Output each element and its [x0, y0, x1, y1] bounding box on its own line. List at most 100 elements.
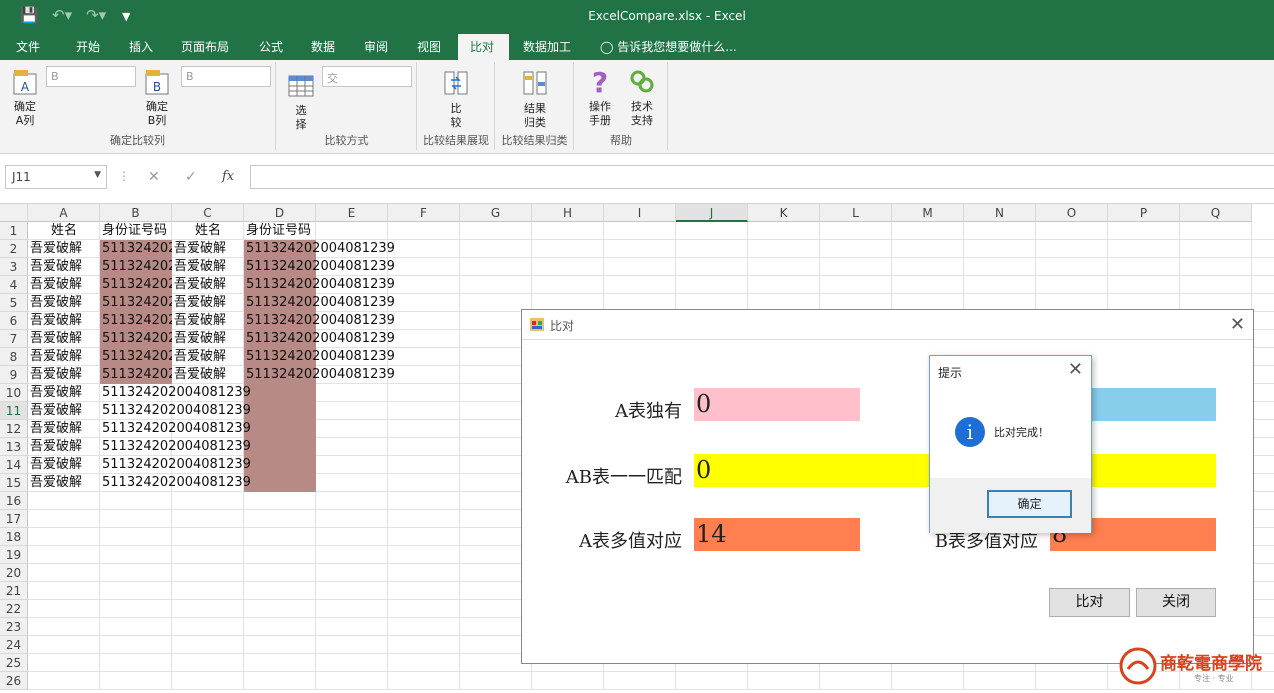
cell-d6[interactable]: 511324202004081239 [246, 312, 395, 330]
column-header-o[interactable]: O [1036, 204, 1108, 222]
cell-b3[interactable]: 5113242022 [102, 258, 172, 276]
cell-a5[interactable]: 吾爱破解 [30, 294, 100, 312]
formula-input[interactable] [250, 165, 1274, 189]
column-header-q[interactable]: Q [1180, 204, 1252, 222]
row-header-25[interactable]: 25 [0, 654, 28, 672]
cell-b11[interactable]: 511324202004081239 [102, 402, 251, 420]
cell-d9[interactable]: 511324202004081239 [246, 366, 395, 384]
cell-b1[interactable]: 身份证号码 [102, 222, 172, 240]
cell-c3[interactable]: 吾爱破解 [174, 258, 244, 276]
tab-data[interactable]: 数据 [311, 38, 335, 55]
column-header-c[interactable]: C [172, 204, 244, 222]
row-header-9[interactable]: 9 [0, 366, 28, 384]
value-a-only[interactable]: 0 [694, 388, 860, 421]
tab-insert[interactable]: 插入 [129, 38, 153, 55]
cell-b13[interactable]: 511324202004081239 [102, 438, 251, 456]
tell-me-search[interactable]: ◯ 告诉我您想要做什么... [600, 38, 737, 55]
cell-b5[interactable]: 5113242022 [102, 294, 172, 312]
cell-a14[interactable]: 吾爱破解 [30, 456, 100, 474]
row-header-19[interactable]: 19 [0, 546, 28, 564]
compare-button[interactable]: 比对 [1049, 588, 1130, 617]
cell-a2[interactable]: 吾爱破解 [30, 240, 100, 258]
cell-b2[interactable]: 5113242022 [102, 240, 172, 258]
dropdown-icon[interactable]: ▼ [94, 170, 101, 180]
cell-b15[interactable]: 511324202004081239 [102, 474, 251, 492]
cell-c1[interactable]: 姓名 [174, 222, 242, 240]
column-header-a[interactable]: A [28, 204, 100, 222]
cell-a15[interactable]: 吾爱破解 [30, 474, 100, 492]
value-a-multi[interactable]: 14 [694, 518, 860, 551]
cell-a8[interactable]: 吾爱破解 [30, 348, 100, 366]
select-all-corner[interactable] [0, 204, 28, 222]
row-header-17[interactable]: 17 [0, 510, 28, 528]
cell-c4[interactable]: 吾爱破解 [174, 276, 244, 294]
manual-button[interactable]: ? 操作 手册 [581, 66, 619, 128]
column-header-b[interactable]: B [100, 204, 172, 222]
cell-b12[interactable]: 511324202004081239 [102, 420, 251, 438]
insert-function-icon[interactable]: fx [222, 169, 234, 184]
cell-d4[interactable]: 511324202004081239 [246, 276, 395, 294]
row-header-8[interactable]: 8 [0, 348, 28, 366]
row-header-23[interactable]: 23 [0, 618, 28, 636]
row-header-24[interactable]: 24 [0, 636, 28, 654]
cell-b6[interactable]: 5113242022 [102, 312, 172, 330]
tab-formulas[interactable]: 公式 [259, 38, 283, 55]
tab-compare[interactable]: 比对 [458, 34, 509, 60]
cell-d1[interactable]: 身份证号码 [246, 222, 311, 240]
tab-home[interactable]: 开始 [76, 38, 100, 55]
tab-file[interactable]: 文件 [16, 38, 40, 55]
cell-b10[interactable]: 511324202004081239 [102, 384, 251, 402]
column-header-m[interactable]: M [892, 204, 964, 222]
row-header-22[interactable]: 22 [0, 600, 28, 618]
row-header-1[interactable]: 1 [0, 222, 28, 240]
cell-a12[interactable]: 吾爱破解 [30, 420, 100, 438]
cell-a11[interactable]: 吾爱破解 [30, 402, 100, 420]
column-header-g[interactable]: G [460, 204, 532, 222]
cell-a4[interactable]: 吾爱破解 [30, 276, 100, 294]
row-header-15[interactable]: 15 [0, 474, 28, 492]
cell-d5[interactable]: 511324202004081239 [246, 294, 395, 312]
row-header-14[interactable]: 14 [0, 456, 28, 474]
cell-a7[interactable]: 吾爱破解 [30, 330, 100, 348]
cell-c7[interactable]: 吾爱破解 [174, 330, 244, 348]
close-button[interactable]: 关闭 [1136, 588, 1216, 617]
cell-c8[interactable]: 吾爱破解 [174, 348, 244, 366]
cell-c6[interactable]: 吾爱破解 [174, 312, 244, 330]
cell-b8[interactable]: 5113242022 [102, 348, 172, 366]
column-header-d[interactable]: D [244, 204, 316, 222]
cell-b9[interactable]: 5113242022 [102, 366, 172, 384]
row-header-7[interactable]: 7 [0, 330, 28, 348]
cell-c9[interactable]: 吾爱破解 [174, 366, 244, 384]
compare-method-input[interactable]: 交 [322, 66, 412, 87]
ok-button[interactable]: 确定 [987, 490, 1072, 518]
column-header-e[interactable]: E [316, 204, 388, 222]
row-header-13[interactable]: 13 [0, 438, 28, 456]
tab-page-layout[interactable]: 页面布局 [181, 38, 229, 55]
support-button[interactable]: 技术 支持 [623, 66, 661, 128]
cell-d2[interactable]: 511324202004081239 [246, 240, 395, 258]
close-icon[interactable]: ✕ [1068, 359, 1083, 380]
row-header-18[interactable]: 18 [0, 528, 28, 546]
tab-review[interactable]: 审阅 [364, 38, 388, 55]
confirm-b-button[interactable]: B 确定 B列 [138, 66, 176, 128]
compare-button[interactable]: 比 较 [438, 68, 474, 130]
enter-icon[interactable]: ✓ [185, 169, 197, 185]
column-header-l[interactable]: L [820, 204, 892, 222]
cancel-icon[interactable]: ✕ [148, 169, 160, 185]
row-header-4[interactable]: 4 [0, 276, 28, 294]
cell-a6[interactable]: 吾爱破解 [30, 312, 100, 330]
cell-a10[interactable]: 吾爱破解 [30, 384, 100, 402]
cell-d8[interactable]: 511324202004081239 [246, 348, 395, 366]
cell-a9[interactable]: 吾爱破解 [30, 366, 100, 384]
cell-c5[interactable]: 吾爱破解 [174, 294, 244, 312]
close-icon[interactable]: ✕ [1230, 314, 1245, 335]
column-header-j[interactable]: J [676, 204, 748, 222]
cell-a3[interactable]: 吾爱破解 [30, 258, 100, 276]
column-header-p[interactable]: P [1108, 204, 1180, 222]
row-header-6[interactable]: 6 [0, 312, 28, 330]
cell-c2[interactable]: 吾爱破解 [174, 240, 244, 258]
select-button[interactable]: 选 择 [283, 70, 319, 132]
column-header-i[interactable]: I [604, 204, 676, 222]
column-header-k[interactable]: K [748, 204, 820, 222]
column-b-input[interactable]: B [181, 66, 271, 87]
